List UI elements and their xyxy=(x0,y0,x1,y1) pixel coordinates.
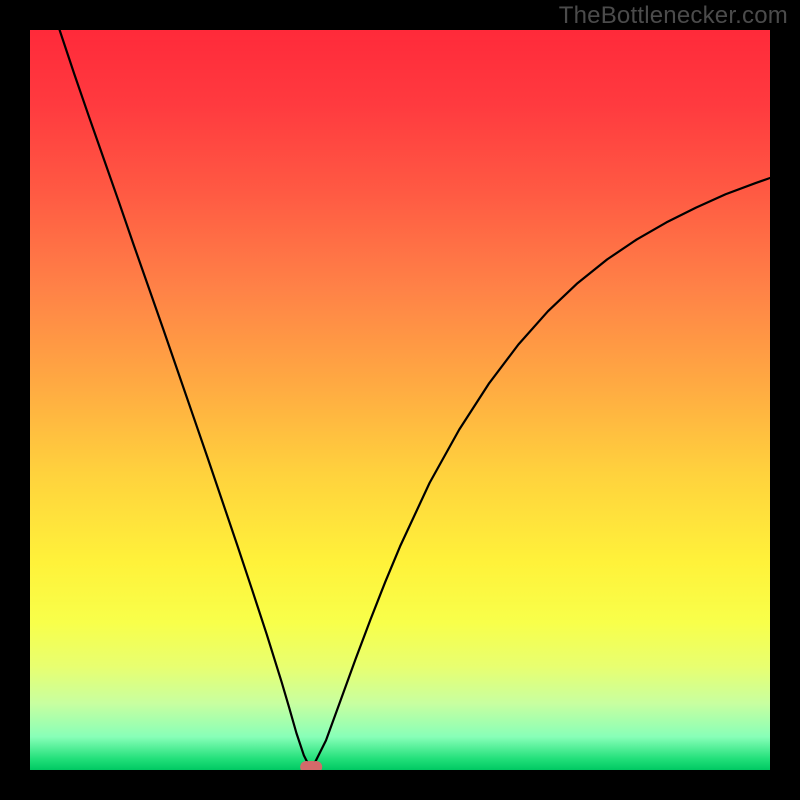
watermark-text: TheBottlenecker.com xyxy=(559,2,788,30)
chart-plot xyxy=(30,30,770,770)
chart-frame: TheBottlenecker.com xyxy=(0,0,800,800)
gradient-background xyxy=(30,30,770,770)
minimum-marker xyxy=(300,761,322,770)
